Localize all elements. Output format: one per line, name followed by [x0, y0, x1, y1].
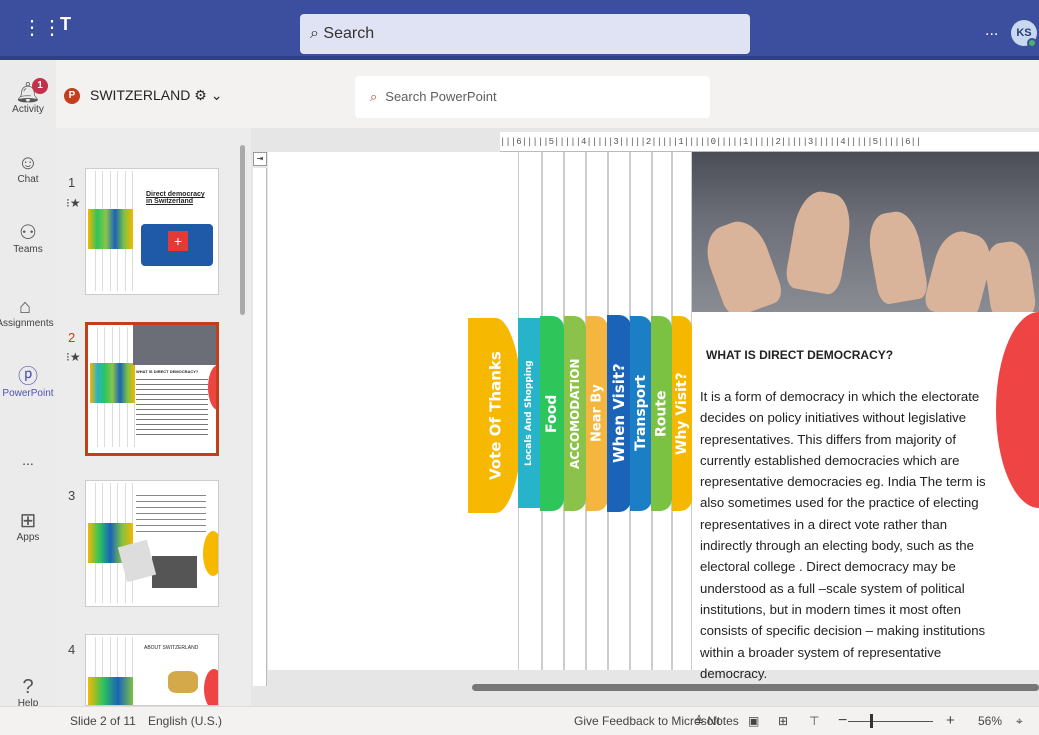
tab-why-visit: Why Visit?: [672, 316, 692, 511]
thumb-title: Direct democracy in Switzerland: [146, 191, 205, 205]
reading-view-icon[interactable]: ⊤: [809, 707, 819, 735]
sync-icon: ⚙: [194, 87, 207, 103]
tab-when-visit: When Visit?: [607, 315, 631, 512]
rail-item-chat[interactable]: ☺ Chat: [0, 152, 56, 185]
rail-item-activity[interactable]: 🔔︎ 1 Activity: [0, 78, 56, 115]
teams-top-bar: ⋮⋮ T ⌕ Search ... KS: [0, 0, 1039, 60]
vertical-ruler: [253, 168, 267, 686]
more-options-button[interactable]: ...: [985, 22, 998, 40]
star-icon: ⁝★: [66, 196, 81, 210]
thumb-body-lines: [136, 379, 208, 439]
normal-view-icon[interactable]: ▣: [748, 707, 759, 735]
tab-near-by: Near By: [586, 316, 608, 511]
chevron-down-icon: ⌄: [210, 87, 223, 103]
thumb-number-4: 4: [68, 642, 76, 657]
rail-item-powerpoint[interactable]: ⓟ PowerPoint: [0, 366, 56, 399]
thumb-map-image: [168, 671, 198, 693]
tab-accomodation: ACCOMODATION: [564, 316, 586, 511]
teams-logo-icon: T: [60, 14, 71, 34]
chat-icon: ☺: [17, 152, 39, 174]
powerpoint-search-placeholder: Search PowerPoint: [385, 89, 497, 104]
zoom-slider-thumb[interactable]: [870, 714, 873, 728]
slide-heading: WHAT IS DIRECT DEMOCRACY?: [706, 348, 894, 362]
search-placeholder: Search: [323, 25, 375, 42]
rail-label-assignments: Assignments: [0, 318, 54, 329]
rail-item-help[interactable]: ? Help: [0, 676, 56, 709]
slide-thumbnail-2[interactable]: WHAT IS DIRECT DEMOCRACY?: [85, 322, 219, 456]
notes-button[interactable]: ≜ Notes: [694, 707, 739, 735]
tab-locals-and-shopping: Locals And Shopping: [518, 318, 540, 508]
rail-label-powerpoint: PowerPoint: [2, 388, 54, 399]
slide-sorter-icon[interactable]: ⊞: [778, 707, 788, 735]
horizontal-scrollbar[interactable]: [472, 684, 1039, 691]
rail-label-apps: Apps: [16, 532, 40, 543]
assignments-icon: ⌂: [18, 296, 32, 318]
thumb-tab-strip: [88, 677, 133, 705]
slide-thumbnail-4[interactable]: ABOUT SWITZERLAND: [85, 634, 219, 706]
thumb-yellow-shape: [203, 531, 218, 576]
apps-icon: ⊞: [19, 510, 37, 532]
thumb-heading: WHAT IS DIRECT DEMOCRACY?: [136, 369, 199, 374]
powerpoint-icon: ⓟ: [18, 366, 38, 388]
tab-route: Route: [651, 316, 672, 511]
powerpoint-file-icon: P: [64, 88, 80, 104]
rail-item-apps[interactable]: ⊞ Apps: [0, 510, 56, 543]
swiss-flag-icon: +: [168, 231, 188, 251]
app-launcher-icon[interactable]: ⋮⋮: [22, 18, 62, 38]
notification-badge: 1: [32, 78, 48, 94]
presence-status-icon: [1027, 38, 1037, 48]
thumb-tab-strip: [90, 363, 135, 403]
thumb-tab-strip: [88, 209, 133, 249]
slide-body-text: It is a form of democracy in which the e…: [700, 389, 986, 681]
search-input[interactable]: ⌕ Search: [300, 14, 750, 54]
rail-label-activity: Activity: [12, 104, 44, 115]
app-rail: 🔔︎ 1 Activity ☺ Chat ⚇ Teams ⌂ Assignmen…: [0, 60, 56, 734]
fit-to-window-icon[interactable]: ⌖: [1016, 707, 1023, 735]
tab-transport: Transport: [630, 316, 652, 511]
rail-item-teams[interactable]: ⚇ Teams: [0, 222, 56, 255]
thumb-red-shape: [208, 365, 216, 410]
powerpoint-search-input[interactable]: ⌕ Search PowerPoint: [355, 76, 710, 118]
zoom-level[interactable]: 56%: [978, 707, 1002, 735]
star-icon: ⁝★: [66, 350, 81, 364]
zoom-slider-track[interactable]: [848, 721, 933, 722]
thumb-red-shape: [204, 669, 218, 705]
help-icon: ?: [22, 676, 34, 698]
thumb-crowd-image: [152, 556, 197, 588]
thumb-body-lines: [136, 495, 206, 535]
teams-icon: ⚇: [19, 222, 37, 244]
ruler-toggle-icon[interactable]: ⇥: [253, 152, 267, 166]
zoom-in-button[interactable]: +: [946, 707, 955, 735]
thumbnail-scrollbar[interactable]: [240, 145, 245, 315]
slide-thumbnail-3[interactable]: [85, 480, 219, 607]
horizontal-ruler: |||6|||||5|||||4|||||3|||||2|||||1|||||0…: [500, 132, 1039, 152]
thumb-number-1: 1: [68, 175, 76, 190]
document-title[interactable]: SWITZERLAND ⚙ ⌄: [90, 87, 222, 104]
slide-thumbnail-1[interactable]: Direct democracy in Switzerland +: [85, 168, 219, 295]
rail-label-chat: Chat: [17, 174, 39, 185]
notes-label: Notes: [707, 714, 739, 728]
language-indicator[interactable]: English (U.S.): [148, 707, 222, 735]
status-bar: Slide 2 of 11 English (U.S.) Give Feedba…: [0, 706, 1039, 734]
rail-label-teams: Teams: [13, 244, 43, 255]
slide-counter: Slide 2 of 11: [70, 714, 136, 728]
thumb-number-2: 2: [68, 330, 76, 345]
thumb-photo: [133, 325, 216, 365]
rail-item-assignments[interactable]: ⌂ Assignments: [0, 296, 56, 329]
notes-icon: ≜: [694, 714, 705, 728]
zoom-out-button[interactable]: −: [838, 707, 847, 735]
search-icon: ⌕: [370, 89, 378, 104]
thumb-number-3: 3: [68, 488, 76, 503]
tab-vote-of-thanks: Vote Of Thanks: [468, 318, 523, 513]
tab-food: Food: [540, 316, 564, 511]
rail-more-button[interactable]: ...: [0, 452, 56, 468]
thumb-heading: ABOUT SWITZERLAND: [144, 645, 199, 651]
raised-hands-photo: [692, 152, 1039, 312]
document-title-text: SWITZERLAND: [90, 87, 191, 103]
